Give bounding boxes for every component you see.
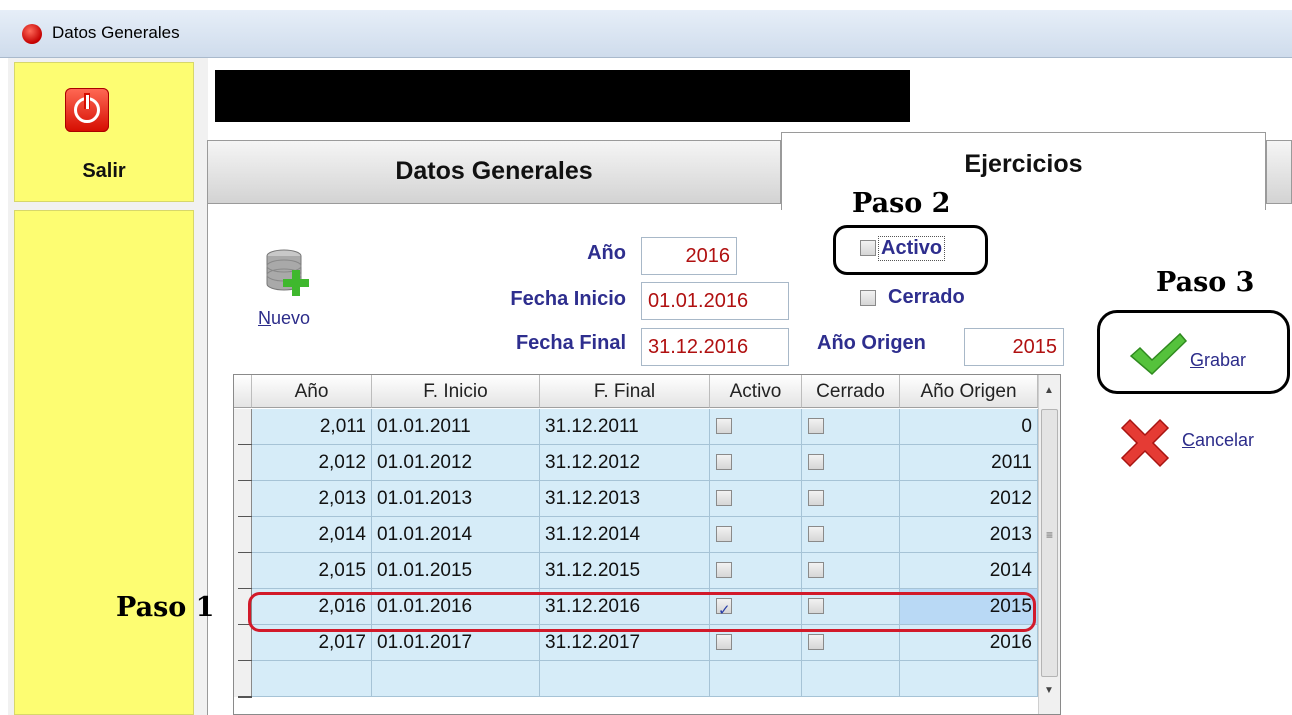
- col-header-f-inicio[interactable]: F. Inicio: [372, 375, 540, 408]
- grid-cell-activo[interactable]: [710, 661, 802, 697]
- title-bar: [0, 10, 1292, 58]
- app-icon: [22, 24, 42, 44]
- grid-cell-cerrado[interactable]: [802, 517, 900, 553]
- grid-cell-activo[interactable]: [710, 553, 802, 589]
- grid-cell-inicio[interactable]: 01.01.2012: [372, 445, 540, 481]
- activo-cell-checkbox[interactable]: [716, 562, 732, 578]
- grid-cell-cerrado[interactable]: [802, 409, 900, 445]
- cerrado-cell-checkbox[interactable]: [808, 634, 824, 650]
- row-indicator[interactable]: [234, 481, 252, 518]
- grid-cell-final[interactable]: 31.12.2015: [540, 553, 710, 589]
- fecha-inicio-label: Fecha Inicio: [510, 288, 626, 310]
- col-header-anio[interactable]: Año: [252, 375, 372, 408]
- fecha-inicio-field[interactable]: 01.01.2016: [641, 282, 789, 320]
- grid-cell-final[interactable]: 31.12.2013: [540, 481, 710, 517]
- row-indicator[interactable]: [234, 517, 252, 554]
- grid-cell-inicio[interactable]: 01.01.2013: [372, 481, 540, 517]
- grid-cell-activo[interactable]: [710, 481, 802, 517]
- anio-field[interactable]: 2016: [641, 237, 737, 275]
- row-indicator[interactable]: [234, 445, 252, 482]
- anio-origen-label: Año Origen: [817, 332, 926, 354]
- grid-cell-origen[interactable]: [900, 661, 1038, 697]
- activo-cell-checkbox[interactable]: [716, 526, 732, 542]
- cerrado-cell-checkbox[interactable]: [808, 562, 824, 578]
- cerrado-checkbox[interactable]: [860, 290, 876, 306]
- paso3-callout: [1097, 310, 1290, 394]
- activo-cell-checkbox[interactable]: [716, 634, 732, 650]
- cancelar-button[interactable]: Cancelar: [1182, 430, 1254, 451]
- scroll-down-icon[interactable]: ▼: [1044, 685, 1054, 696]
- tab-ejercicios-label[interactable]: Ejercicios: [781, 150, 1266, 179]
- col-header-activo[interactable]: Activo: [710, 375, 802, 408]
- content-border: [207, 204, 208, 715]
- paso2-callout: [833, 225, 988, 275]
- col-header-cerrado[interactable]: Cerrado: [802, 375, 900, 408]
- row-indicator[interactable]: [234, 661, 252, 698]
- tab-datos-generales-label[interactable]: Datos Generales: [207, 157, 781, 186]
- grid-cell-cerrado[interactable]: [802, 661, 900, 697]
- scroll-up-icon[interactable]: ▲: [1044, 385, 1054, 396]
- fecha-final-field[interactable]: 31.12.2016: [641, 328, 789, 366]
- row-indicator[interactable]: [234, 625, 252, 662]
- grid-cell-anio[interactable]: 2,011: [252, 409, 372, 445]
- activo-cell-checkbox[interactable]: [716, 418, 732, 434]
- grid-cell-cerrado[interactable]: [802, 481, 900, 517]
- anio-origen-field[interactable]: 2015: [964, 328, 1064, 366]
- cerrado-cell-checkbox[interactable]: [808, 454, 824, 470]
- grid-cell-inicio[interactable]: 01.01.2011: [372, 409, 540, 445]
- grid-cell-activo[interactable]: [710, 409, 802, 445]
- anio-label: Año: [587, 242, 626, 264]
- grid-cell-activo[interactable]: [710, 517, 802, 553]
- header-bar: [215, 70, 910, 122]
- col-header-f-final[interactable]: F. Final: [540, 375, 710, 408]
- grid-cell-origen[interactable]: 2013: [900, 517, 1038, 553]
- grid-cell-origen[interactable]: 2012: [900, 481, 1038, 517]
- paso1-callout: [248, 592, 1036, 632]
- grid-cell-origen[interactable]: 0: [900, 409, 1038, 445]
- grid-cell-anio[interactable]: 2,013: [252, 481, 372, 517]
- grid-cell-final[interactable]: 31.12.2014: [540, 517, 710, 553]
- grid-cell-inicio[interactable]: 01.01.2015: [372, 553, 540, 589]
- activo-cell-checkbox[interactable]: [716, 454, 732, 470]
- database-add-icon[interactable]: [262, 246, 318, 302]
- tab-more[interactable]: [1266, 140, 1292, 204]
- fecha-final-label: Fecha Final: [515, 332, 626, 354]
- paso1-annotation: Paso 1: [116, 592, 215, 623]
- grid-cell-origen[interactable]: 2011: [900, 445, 1038, 481]
- row-indicator[interactable]: [234, 409, 252, 446]
- grid-corner-header: [234, 375, 252, 408]
- grid-cell-anio[interactable]: [252, 661, 372, 697]
- grid-cell-anio[interactable]: 2,015: [252, 553, 372, 589]
- grid-cell-final[interactable]: 31.12.2011: [540, 409, 710, 445]
- col-header-anio-origen[interactable]: Año Origen: [900, 375, 1038, 408]
- power-icon[interactable]: [65, 88, 109, 132]
- grid-cell-cerrado[interactable]: [802, 553, 900, 589]
- grid-cell-anio[interactable]: 2,012: [252, 445, 372, 481]
- sidebar-panel: [14, 210, 194, 715]
- grid-cell-final[interactable]: 31.12.2012: [540, 445, 710, 481]
- cerrado-cell-checkbox[interactable]: [808, 490, 824, 506]
- paso3-annotation: Paso 3: [1156, 267, 1255, 298]
- row-indicator[interactable]: [234, 553, 252, 590]
- paso2-annotation: Paso 2: [852, 188, 951, 219]
- ejercicios-grid[interactable]: Año F. Inicio F. Final Activo Cerrado Añ…: [233, 374, 1061, 715]
- grid-cell-anio[interactable]: 2,014: [252, 517, 372, 553]
- salir-label[interactable]: Salir: [14, 160, 194, 183]
- scroll-thumb[interactable]: ≡: [1041, 409, 1058, 677]
- grid-cell-cerrado[interactable]: [802, 445, 900, 481]
- grid-scrollbar[interactable]: ▲ ≡ ▼: [1038, 375, 1060, 714]
- activo-cell-checkbox[interactable]: [716, 490, 732, 506]
- grid-cell-inicio[interactable]: [372, 661, 540, 697]
- cerrado-label[interactable]: Cerrado: [888, 286, 965, 309]
- cerrado-cell-checkbox[interactable]: [808, 526, 824, 542]
- scroll-grip-icon: ≡: [1046, 528, 1054, 542]
- window-title: Datos Generales: [52, 23, 180, 42]
- grid-cell-final[interactable]: [540, 661, 710, 697]
- cancel-x-icon[interactable]: [1114, 412, 1176, 474]
- grid-cell-inicio[interactable]: 01.01.2014: [372, 517, 540, 553]
- cerrado-cell-checkbox[interactable]: [808, 418, 824, 434]
- nuevo-button[interactable]: Nuevo: [258, 308, 310, 329]
- grid-cell-origen[interactable]: 2014: [900, 553, 1038, 589]
- grid-cell-activo[interactable]: [710, 445, 802, 481]
